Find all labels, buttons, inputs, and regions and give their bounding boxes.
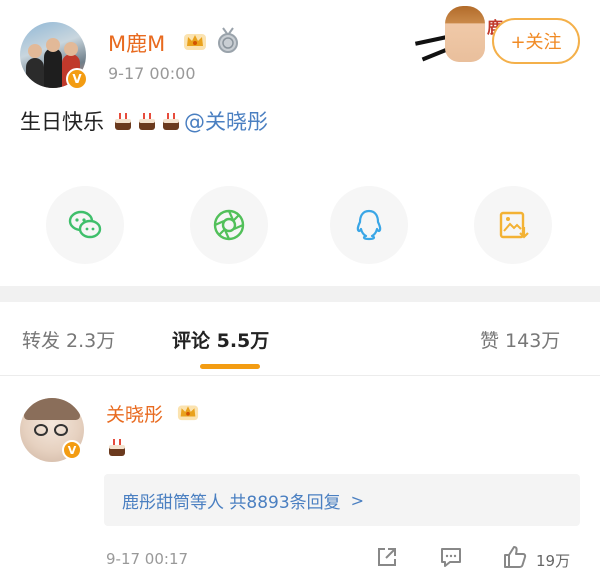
tab-like[interactable]: 赞 143万 bbox=[480, 326, 560, 353]
mention-link[interactable]: @关晓彤 bbox=[184, 106, 268, 136]
replies-summary-text: 鹿彤甜筒等人 共8893条回复 bbox=[122, 492, 341, 513]
chevron-right-icon: > bbox=[350, 490, 365, 510]
save-image-button[interactable] bbox=[474, 186, 552, 264]
comment-icon bbox=[441, 548, 461, 567]
comment-like-count: 19万 bbox=[536, 552, 571, 570]
thumbs-up-icon bbox=[504, 546, 527, 568]
share-out-icon bbox=[378, 548, 396, 566]
wechat-icon bbox=[68, 210, 102, 239]
verified-badge-icon: V bbox=[62, 440, 82, 460]
post-username[interactable]: M鹿M bbox=[108, 28, 165, 58]
post-time: 9-17 00:00 bbox=[108, 64, 196, 83]
cake-emoji-icon bbox=[109, 439, 125, 456]
comment-item: V 关晓彤 鹿彤甜筒等人 共8893条回复 > 9-17 00:17 19万 bbox=[0, 378, 600, 577]
cake-emoji-icon bbox=[163, 113, 179, 130]
post-text-body: 生日快乐 bbox=[20, 110, 104, 134]
comment-reply-button[interactable] bbox=[438, 544, 464, 570]
active-tab-indicator bbox=[200, 364, 260, 369]
comment-like-button[interactable] bbox=[502, 544, 528, 570]
tab-comment[interactable]: 评论 5.5万 bbox=[172, 326, 269, 353]
moments-icon bbox=[213, 209, 245, 241]
interaction-tabs: 转发 2.3万 评论 5.5万 赞 143万 bbox=[0, 302, 600, 376]
crown-icon bbox=[184, 34, 206, 50]
section-divider bbox=[0, 286, 600, 302]
medal-icon bbox=[218, 27, 238, 53]
cake-emoji-icon bbox=[115, 113, 131, 130]
commenter-username[interactable]: 关晓彤 bbox=[106, 400, 163, 427]
verified-badge-icon: V bbox=[66, 68, 88, 90]
comment-share-button[interactable] bbox=[374, 544, 400, 570]
tab-repost[interactable]: 转发 2.3万 bbox=[22, 326, 115, 353]
follow-button[interactable]: +关注 bbox=[492, 18, 580, 64]
share-row bbox=[0, 180, 600, 270]
comment-time: 9-17 00:17 bbox=[106, 550, 189, 568]
share-qq-button[interactable] bbox=[330, 186, 408, 264]
cake-emoji-icon bbox=[139, 113, 155, 130]
replies-summary[interactable]: 鹿彤甜筒等人 共8893条回复 > bbox=[104, 474, 580, 526]
save-image-icon bbox=[499, 211, 529, 239]
post-text: 生日快乐 @关晓彤 bbox=[20, 106, 268, 136]
post-header: V M鹿M 9-17 00:00 鹿 +关注 bbox=[0, 0, 600, 100]
crown-icon bbox=[177, 405, 199, 421]
qq-icon bbox=[356, 209, 382, 241]
share-moments-button[interactable] bbox=[190, 186, 268, 264]
share-wechat-button[interactable] bbox=[46, 186, 124, 264]
